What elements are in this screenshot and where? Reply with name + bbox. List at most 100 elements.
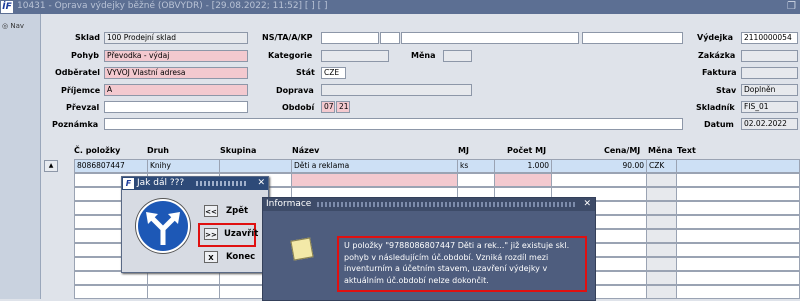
- empty-cell[interactable]: [646, 173, 677, 187]
- ta-field[interactable]: [380, 32, 400, 44]
- cell-mj[interactable]: ks: [457, 159, 495, 173]
- skladnik-label: Skladník: [696, 103, 735, 112]
- col-header-polozky[interactable]: Č. položky: [74, 146, 120, 155]
- nav-icon: ◎: [2, 22, 9, 30]
- col-header-pocet[interactable]: Počet MJ: [507, 146, 546, 155]
- zakazka-field[interactable]: [741, 50, 798, 62]
- empty-cell[interactable]: [676, 201, 800, 215]
- empty-cell[interactable]: [676, 285, 800, 299]
- information-dialog: Informace ✕ U položky "9788086807447 Dět…: [262, 197, 596, 301]
- information-dialog-titlebar: Informace ✕: [263, 198, 595, 211]
- empty-cell[interactable]: [676, 229, 800, 243]
- empty-cell[interactable]: [676, 257, 800, 271]
- empty-cell[interactable]: [676, 173, 800, 187]
- restore-window-button[interactable]: ❐: [787, 1, 796, 12]
- zakazka-label: Zakázka: [698, 51, 736, 60]
- vydejka-field[interactable]: 2110000054: [741, 32, 798, 44]
- nav-label: Nav: [10, 22, 25, 30]
- cell-pocet[interactable]: 1.000: [494, 159, 552, 173]
- end-button[interactable]: X: [204, 251, 218, 263]
- empty-cell[interactable]: [291, 173, 458, 187]
- app-logo-icon: İF: [1, 1, 13, 13]
- col-header-druh[interactable]: Druh: [147, 146, 169, 155]
- information-message: U položky "9788086807447 Děti a rek..." …: [337, 236, 587, 292]
- cell-cena[interactable]: 90.00: [551, 159, 647, 173]
- datum-label: Datum: [704, 120, 734, 129]
- sklad-field[interactable]: 100 Prodejní sklad: [104, 32, 248, 44]
- close-icon[interactable]: ✕: [257, 177, 265, 190]
- empty-cell[interactable]: [676, 215, 800, 229]
- scroll-up-button[interactable]: ▲: [44, 160, 58, 172]
- app-logo-icon: F: [123, 178, 134, 189]
- stat-field[interactable]: CZE: [321, 67, 346, 79]
- empty-cell[interactable]: [646, 257, 677, 271]
- empty-cell[interactable]: [147, 271, 220, 285]
- empty-cell[interactable]: [646, 215, 677, 229]
- prevzal-field[interactable]: [104, 101, 248, 113]
- faktura-field[interactable]: [741, 67, 798, 79]
- empty-cell[interactable]: [147, 285, 220, 299]
- obdobi-label: Období: [282, 103, 315, 112]
- empty-cell[interactable]: [74, 271, 148, 285]
- empty-cell[interactable]: [646, 243, 677, 257]
- odberatel-label: Odběratel: [55, 68, 101, 77]
- empty-cell[interactable]: [74, 285, 148, 299]
- empty-cell[interactable]: [646, 201, 677, 215]
- odberatel-field[interactable]: VYVOJ Vlastní adresa: [104, 67, 248, 79]
- cell-nazev[interactable]: Děti a reklama: [291, 159, 458, 173]
- empty-cell[interactable]: [494, 173, 552, 187]
- split-arrow-sign-icon: [136, 199, 190, 253]
- cell-skupina[interactable]: [219, 159, 292, 173]
- cell-text[interactable]: [676, 159, 800, 173]
- col-header-mena[interactable]: Měna: [648, 146, 672, 155]
- nstaakp-label: NS/TA/A/KP: [262, 33, 313, 42]
- kategorie-field[interactable]: [321, 50, 389, 62]
- back-label: Zpět: [226, 206, 249, 216]
- next-step-dialog-titlebar: F Jak dál ??? ✕: [122, 177, 268, 190]
- cell-mena[interactable]: CZK: [646, 159, 677, 173]
- kp-field[interactable]: [582, 32, 683, 44]
- sklad-label: Sklad: [75, 33, 100, 42]
- ns-field[interactable]: [321, 32, 379, 44]
- cell-polozka[interactable]: 8086807447: [74, 159, 148, 173]
- stav-field[interactable]: Doplněn: [741, 84, 798, 96]
- obdobi-month-field[interactable]: 07: [321, 101, 335, 113]
- pohyb-field[interactable]: Převodka - výdaj: [104, 50, 248, 62]
- col-header-text[interactable]: Text: [677, 146, 696, 155]
- title-bar: İF 10431 - Oprava výdejky běžné (OBVYDR)…: [0, 0, 800, 14]
- datum-field[interactable]: 02.02.2022: [741, 118, 798, 130]
- doprava-field[interactable]: [321, 84, 472, 96]
- left-navigator: ◎ Nav: [0, 14, 41, 299]
- triangle-up-icon: ▲: [48, 162, 54, 169]
- empty-cell[interactable]: [646, 285, 677, 299]
- vydejka-label: Výdejka: [697, 33, 734, 42]
- a-field[interactable]: [401, 32, 579, 44]
- empty-cell[interactable]: [646, 229, 677, 243]
- obdobi-year-field[interactable]: 21: [336, 101, 350, 113]
- stat-label: Stát: [296, 68, 315, 77]
- prijemce-field[interactable]: A: [104, 84, 248, 96]
- titlebar-grip: [317, 202, 577, 207]
- col-header-mj[interactable]: MJ: [458, 146, 469, 155]
- back-button[interactable]: <<: [204, 205, 218, 217]
- empty-cell[interactable]: [676, 243, 800, 257]
- empty-cell[interactable]: [551, 173, 647, 187]
- mena-field[interactable]: [443, 50, 472, 62]
- mena-label: Měna: [411, 51, 436, 60]
- empty-cell[interactable]: [676, 187, 800, 201]
- col-header-skupina[interactable]: Skupina: [220, 146, 256, 155]
- skladnik-field[interactable]: FIS_01: [741, 101, 798, 113]
- col-header-cena[interactable]: Cena/MJ: [604, 146, 640, 155]
- nav-button[interactable]: ◎ Nav: [2, 22, 24, 30]
- prevzal-label: Převzal: [66, 103, 100, 112]
- faktura-label: Faktura: [702, 68, 737, 77]
- poznamka-field[interactable]: [104, 118, 683, 130]
- empty-cell[interactable]: [457, 173, 495, 187]
- close-icon[interactable]: ✕: [583, 198, 591, 211]
- empty-cell[interactable]: [676, 271, 800, 285]
- col-header-nazev[interactable]: Název: [292, 146, 319, 155]
- empty-cell[interactable]: [646, 271, 677, 285]
- close-document-button[interactable]: >>: [204, 228, 218, 240]
- cell-druh[interactable]: Knihy: [147, 159, 220, 173]
- empty-cell[interactable]: [646, 187, 677, 201]
